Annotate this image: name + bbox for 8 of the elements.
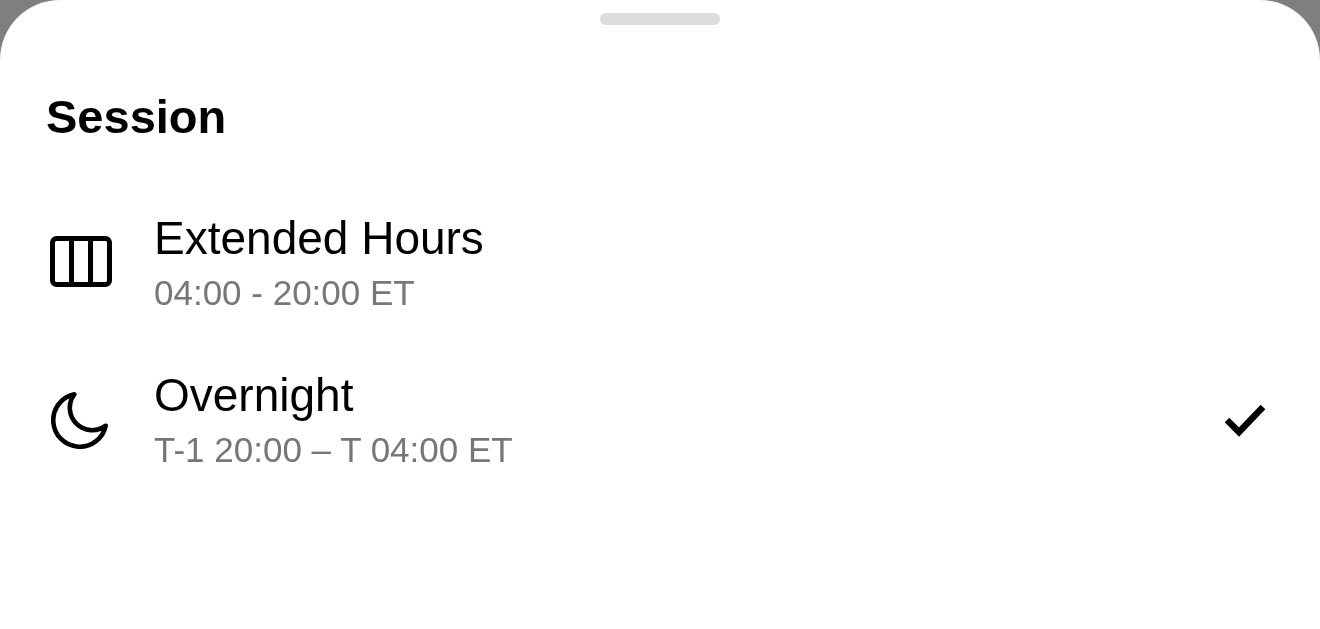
sheet-title: Session xyxy=(46,89,227,145)
moon-icon xyxy=(51,391,108,449)
option-hours: 04:00 - 20:00 ET xyxy=(154,272,415,314)
option-title: Extended Hours xyxy=(154,212,484,264)
columns-icon xyxy=(50,235,112,287)
option-hours: T-1 20:00 – T 04:00 ET xyxy=(154,429,513,471)
option-title: Overnight xyxy=(154,369,354,421)
drag-handle[interactable] xyxy=(600,13,720,25)
